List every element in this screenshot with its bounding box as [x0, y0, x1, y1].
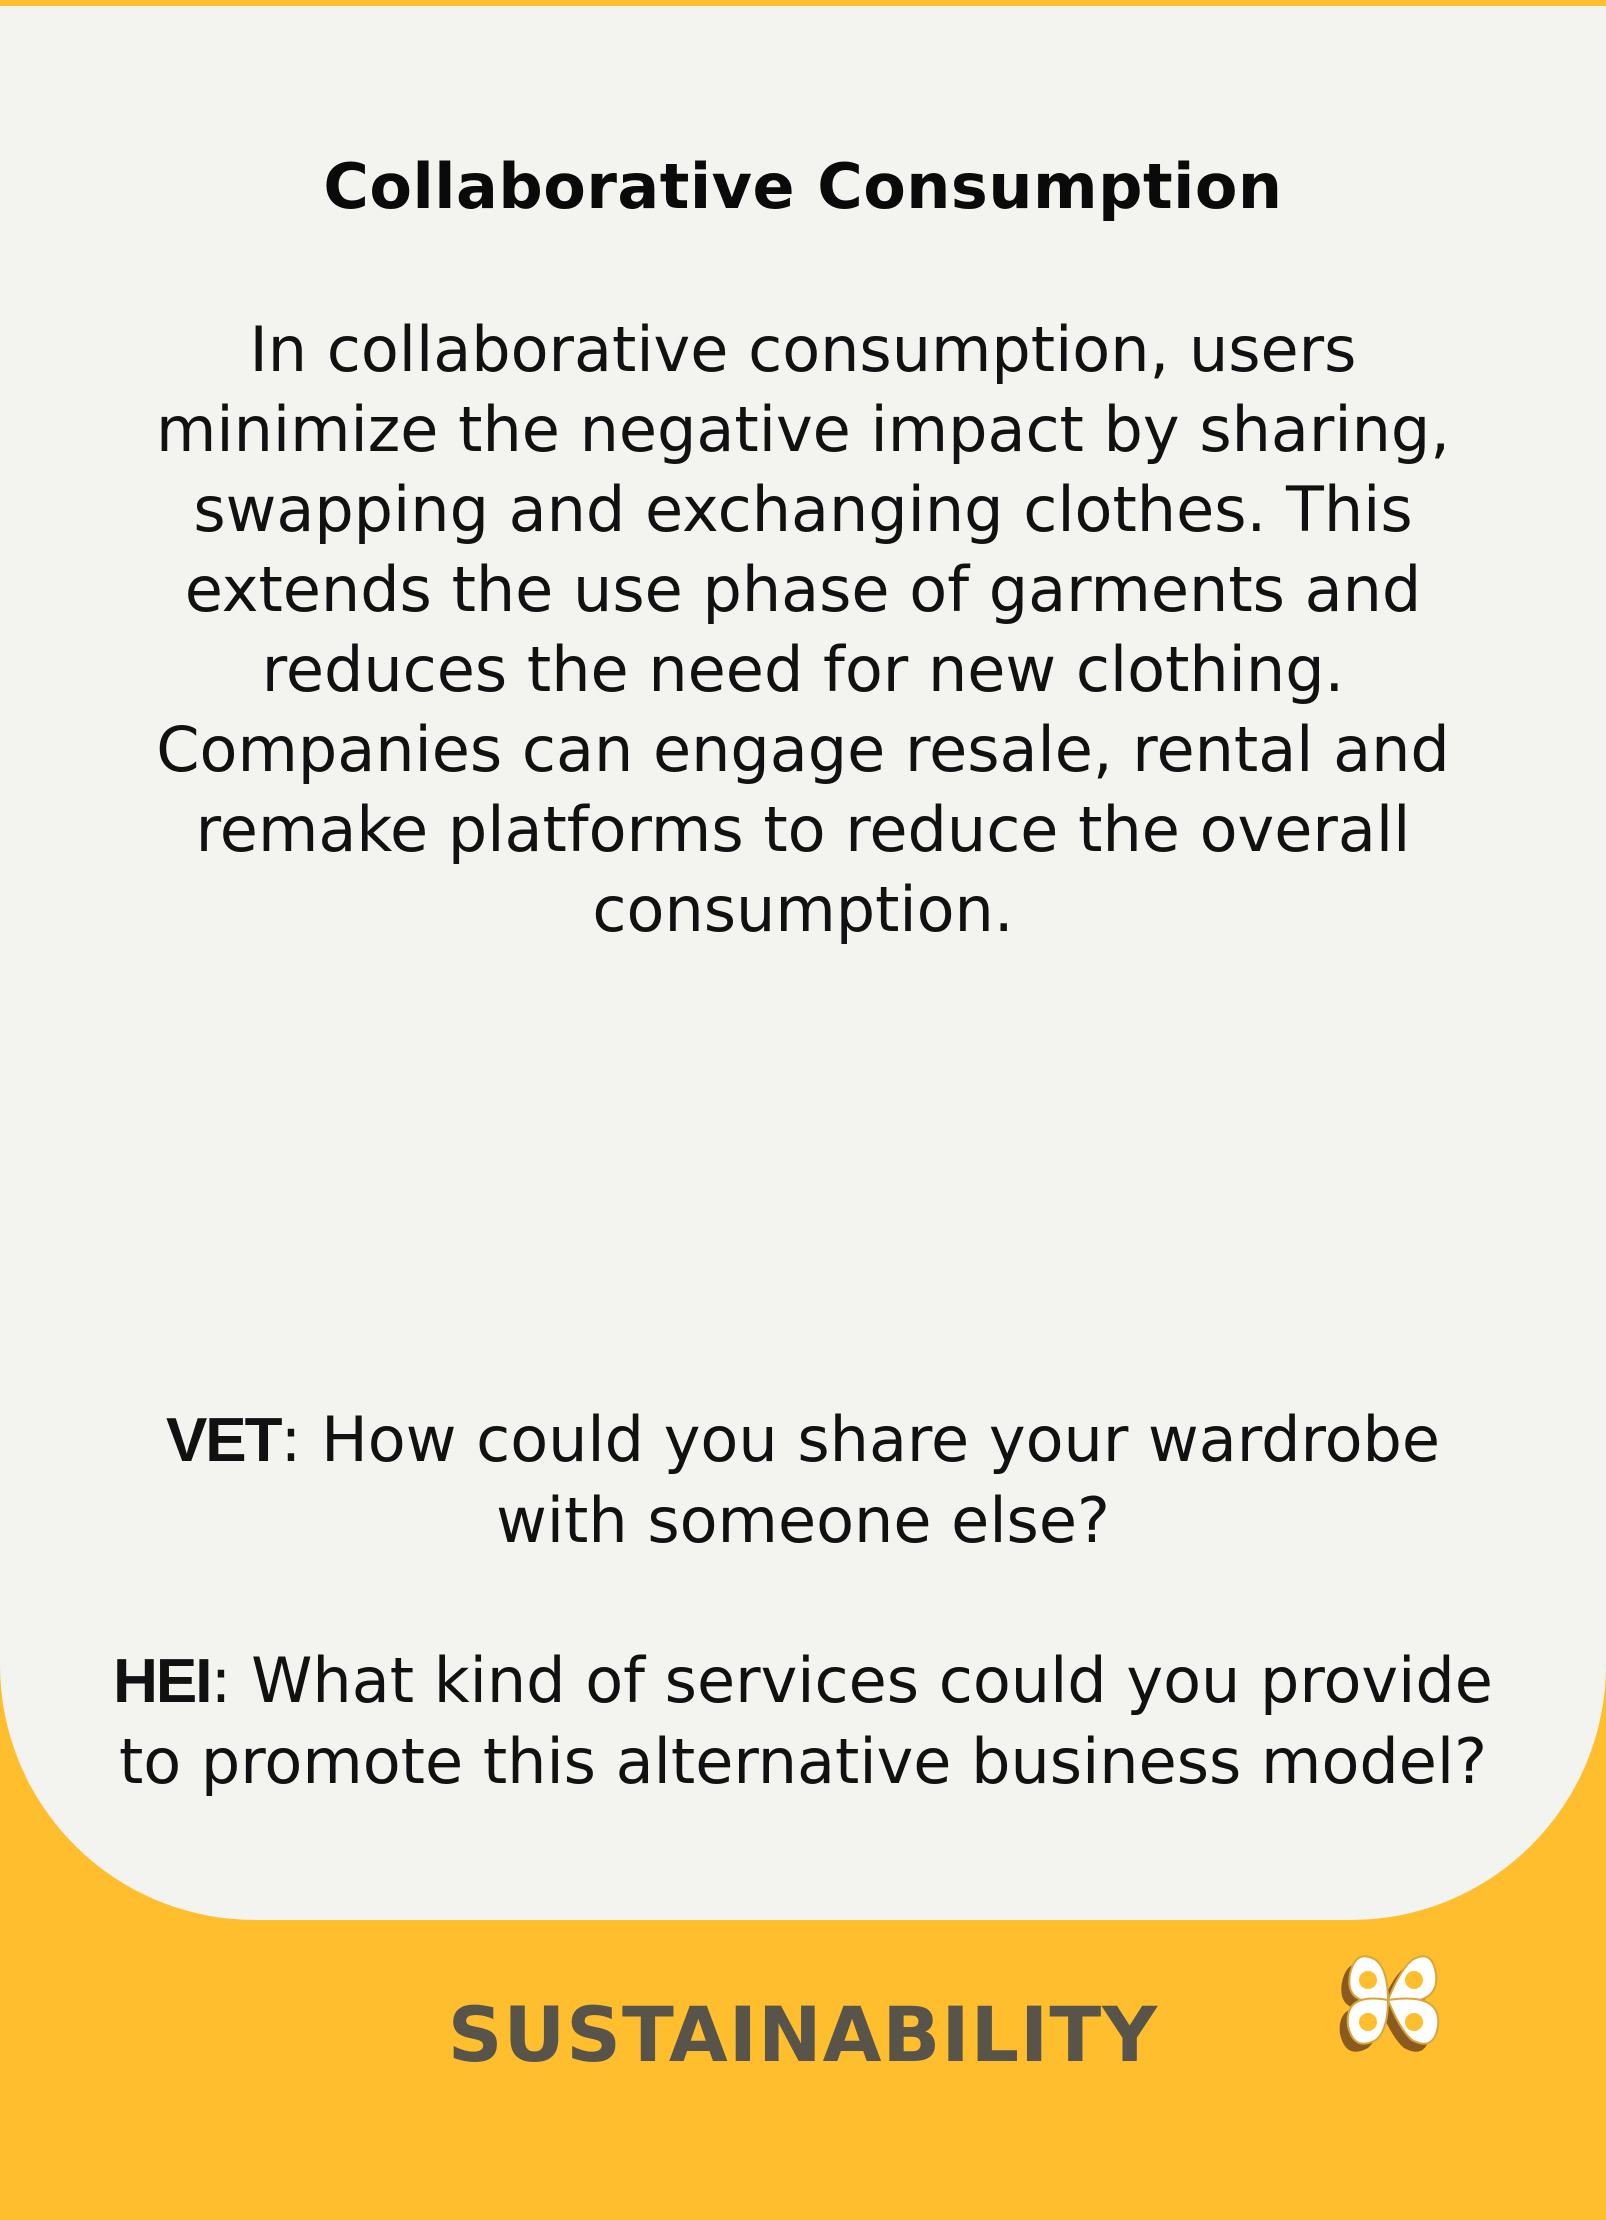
- card-title: Collaborative Consumption: [323, 150, 1283, 223]
- question-hei-label: HEI: [113, 1647, 212, 1716]
- question-vet: VET: How could you share your wardrobe w…: [110, 1400, 1496, 1561]
- quatrefoil-logo-icon: [1339, 1955, 1440, 2052]
- discussion-questions: VET: How could you share your wardrobe w…: [110, 1400, 1496, 1882]
- question-vet-text: How could you share your wardrobe with s…: [321, 1403, 1441, 1557]
- card-description: In collaborative consumption, users mini…: [156, 313, 1450, 946]
- question-hei-separator: :: [210, 1644, 252, 1717]
- question-hei: HEI: What kind of services could you pro…: [110, 1641, 1496, 1802]
- question-hei-text: What kind of services could you provide …: [118, 1644, 1493, 1798]
- category-label: SUSTAINABILITY: [447, 1990, 1159, 2079]
- question-vet-separator: :: [280, 1403, 322, 1476]
- question-vet-label: VET: [165, 1406, 283, 1475]
